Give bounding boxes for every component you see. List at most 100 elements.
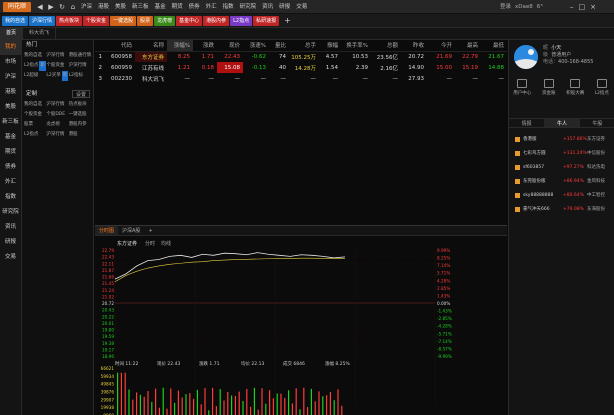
- column-header[interactable]: 名称: [135, 40, 167, 52]
- column-header[interactable]: 涨速%: [243, 40, 269, 52]
- user-shortcut[interactable]: 资金账: [537, 76, 561, 106]
- panel-link[interactable]: 龙虎榜: [46, 120, 68, 130]
- panel-link[interactable]: 沪深行情: [46, 100, 68, 110]
- column-header[interactable]: 量比: [269, 40, 289, 52]
- menu-item[interactable]: 新三板: [129, 1, 152, 13]
- column-header[interactable]: 昨收: [401, 40, 427, 52]
- menu-item[interactable]: 研报: [276, 1, 293, 13]
- sidebar-item[interactable]: 交易: [0, 250, 21, 265]
- tab-expert[interactable]: 牛人: [544, 119, 580, 127]
- column-header[interactable]: 代码: [105, 40, 135, 52]
- menu-item[interactable]: 资讯: [259, 1, 276, 13]
- panel-link[interactable]: 我的自选: [24, 51, 46, 61]
- panel-link[interactable]: 个股DDE: [46, 110, 68, 120]
- panel-link[interactable]: 沪深行情: [46, 51, 68, 61]
- sidebar-item[interactable]: 美股: [0, 100, 21, 115]
- toolbar-button[interactable]: 我的自选: [2, 15, 29, 26]
- panel-link[interactable]: 股票: [24, 120, 46, 130]
- add-toolbar-button[interactable]: +: [280, 16, 295, 26]
- add-chart-tab[interactable]: +: [144, 226, 156, 235]
- tab-market[interactable]: 沪深A股: [118, 226, 144, 235]
- menu-item[interactable]: 基金: [152, 1, 169, 13]
- user-shortcut[interactable]: 积股大赛: [563, 76, 587, 106]
- column-header[interactable]: 涨跌: [193, 40, 217, 52]
- column-header[interactable]: 最低: [481, 40, 507, 52]
- panel-link[interactable]: 沪深行情: [46, 130, 68, 140]
- sidebar-item[interactable]: 沪深: [0, 70, 21, 85]
- panel-link[interactable]: L2指标: [69, 71, 91, 81]
- toolbar-button[interactable]: 一键选股: [110, 15, 137, 26]
- tab-intraday[interactable]: 分时图: [95, 226, 119, 235]
- intraday-chart[interactable]: 东方证券 分时 均线 22.79 22.4322.11 21.87 21.6621.4…: [95, 236, 507, 415]
- panel-link[interactable]: 港股通行情新: [69, 51, 91, 61]
- login-link[interactable]: 登录: [500, 1, 511, 13]
- list-item[interactable]: 豪气冲天666 +79.08% 东海股份: [509, 202, 614, 216]
- sidebar-item[interactable]: 债券: [0, 160, 21, 175]
- back-arrow-icon[interactable]: ◀: [36, 1, 44, 13]
- tab-stock[interactable]: 科大讯飞: [23, 28, 57, 39]
- sidebar-item[interactable]: 外汇: [0, 175, 21, 190]
- user-id[interactable]: xDae8: [515, 1, 533, 13]
- toolbar-button[interactable]: 龙虎榜: [154, 15, 176, 26]
- refresh-icon[interactable]: ↻: [58, 1, 66, 13]
- table-row[interactable]: 1 600958 东方证券 8.25 1.71 22.43 -0.62 74 105.25万 4.…: [95, 51, 507, 62]
- panel-link[interactable]: 我的自选: [24, 100, 46, 110]
- column-header[interactable]: 现价: [217, 40, 243, 52]
- sidebar-item[interactable]: 研报: [0, 235, 21, 250]
- user-shortcut[interactable]: L2指点: [590, 76, 614, 106]
- list-item[interactable]: 香港版 +157.86% 东方证券: [509, 132, 614, 146]
- home-icon[interactable]: ⌂: [69, 1, 77, 13]
- menu-item[interactable]: 交易: [293, 1, 310, 13]
- list-item[interactable]: sf603857 +97.27% 科达洗电: [509, 160, 614, 174]
- toolbar-button[interactable]: 私研速报: [253, 15, 280, 26]
- sidebar-item[interactable]: 新三板: [0, 115, 21, 130]
- sidebar-item[interactable]: 市场: [0, 55, 21, 70]
- toolbar-button[interactable]: L2指点: [230, 15, 253, 26]
- column-header[interactable]: 最高: [455, 40, 481, 52]
- sidebar-item[interactable]: 基金: [0, 130, 21, 145]
- toolbar-button[interactable]: 热点板块: [56, 15, 83, 26]
- toolbar-button[interactable]: 沪深行情: [29, 15, 56, 26]
- sidebar-item[interactable]: 资讯: [0, 220, 21, 235]
- settings-button[interactable]: 设置: [71, 90, 90, 98]
- sidebar-item[interactable]: 研究院: [0, 205, 21, 220]
- panel-link[interactable]: 个股资金: [24, 110, 46, 120]
- toolbar-button[interactable]: 港股内参: [203, 15, 230, 26]
- minimize-icon[interactable]: –: [570, 1, 574, 13]
- forward-arrow-icon[interactable]: ▶: [47, 1, 55, 13]
- column-header[interactable]: 振幅: [319, 40, 341, 52]
- maximize-icon[interactable]: □: [579, 1, 586, 13]
- sidebar-item[interactable]: 期货: [0, 145, 21, 160]
- column-header[interactable]: 总手: [289, 40, 319, 52]
- user-shortcut[interactable]: 用户中心: [510, 76, 534, 106]
- list-item[interactable]: 东莞股份版 +86.94% 金风科技: [509, 174, 614, 188]
- menu-item[interactable]: 外汇: [203, 1, 220, 13]
- panel-link[interactable]: 港股内参: [69, 120, 91, 130]
- sidebar-item[interactable]: 指数: [0, 190, 21, 205]
- menu-item[interactable]: 指数: [220, 1, 237, 13]
- sidebar-item[interactable]: 港股: [0, 85, 21, 100]
- sidebar-item[interactable]: 我的: [0, 40, 21, 55]
- panel-link[interactable]: 个股资金: [46, 61, 68, 71]
- column-header[interactable]: 今开: [427, 40, 455, 52]
- user-avatar[interactable]: [514, 45, 538, 69]
- column-header[interactable]: [95, 40, 105, 52]
- tab-hotstock[interactable]: 牛股: [580, 119, 614, 127]
- panel-link[interactable]: L2指点新: [24, 61, 46, 71]
- table-row[interactable]: 3 002230 科大讯飞 — — — — — — — — — 27.93 — — —: [95, 73, 507, 84]
- menu-item[interactable]: 债券: [186, 1, 203, 13]
- panel-link[interactable]: 热点板块: [69, 100, 91, 110]
- panel-link[interactable]: L2买单新: [46, 71, 69, 81]
- tab-intel[interactable]: 情报: [509, 119, 544, 127]
- menu-item[interactable]: 美股: [112, 1, 129, 13]
- panel-link[interactable]: L2超级: [24, 71, 46, 81]
- toolbar-button[interactable]: 股票: [137, 15, 154, 26]
- menu-item[interactable]: 沪深: [78, 1, 95, 13]
- panel-link[interactable]: 沪深行情: [69, 61, 91, 71]
- tab-home[interactable]: 首页: [0, 28, 24, 39]
- list-item[interactable]: sky88888888 +80.64% 中工智控: [509, 188, 614, 202]
- column-header[interactable]: 涨幅%: [167, 40, 193, 52]
- close-icon[interactable]: ×: [590, 1, 596, 13]
- menu-item[interactable]: 港股: [95, 1, 112, 13]
- column-header[interactable]: 总额: [371, 40, 401, 52]
